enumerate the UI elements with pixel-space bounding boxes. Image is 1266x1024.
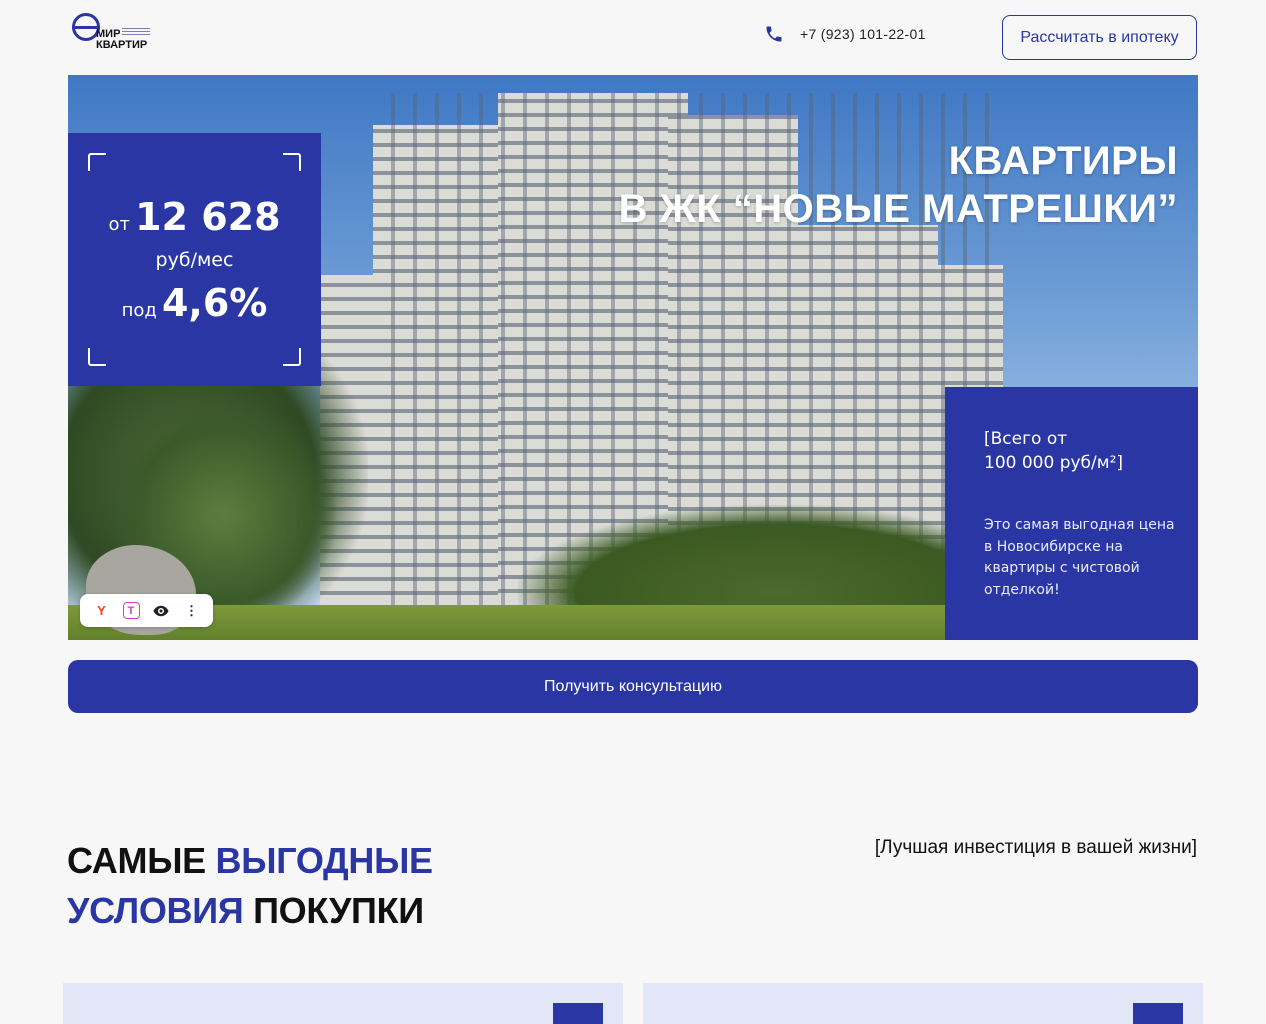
consultation-button[interactable]: Получить консультацию bbox=[68, 660, 1198, 713]
phone-icon bbox=[766, 26, 782, 42]
section-title: САМЫЕ ВЫГОДНЫЕ УСЛОВИЯ ПОКУПКИ bbox=[67, 836, 433, 936]
yandex-toolbar: Y T ⋮ bbox=[80, 594, 213, 627]
offer-card: [Всего от 100 000 руб/м²] Это самая выго… bbox=[945, 387, 1198, 640]
benefit-card bbox=[643, 983, 1203, 1024]
price-from-label: от bbox=[108, 214, 130, 235]
house-icon bbox=[1133, 1003, 1183, 1024]
phone-number[interactable]: +7 (923) 101-22-01 bbox=[800, 26, 926, 42]
hero-title-line2: В ЖК “НОВЫЕ МАТРЕШКИ” bbox=[618, 187, 1178, 231]
yandex-icon[interactable]: Y bbox=[92, 601, 112, 621]
title-part3: УСЛОВИЯ bbox=[67, 890, 244, 931]
offer-head: [Всего от 100 000 руб/м²] bbox=[984, 427, 1178, 475]
frame-corner bbox=[283, 348, 301, 366]
hand-coin-icon bbox=[553, 1003, 603, 1024]
rate-label: под bbox=[121, 300, 157, 321]
price-card: от 12 628 руб/мес под 4,6% bbox=[68, 133, 321, 386]
section-title-line1: САМЫЕ ВЫГОДНЫЕ bbox=[67, 836, 433, 886]
price-unit: руб/мес bbox=[155, 249, 234, 271]
logo-tagline-lines bbox=[122, 28, 150, 38]
title-part1: САМЫЕ bbox=[67, 840, 216, 881]
title-part4: ПОКУПКИ bbox=[243, 890, 424, 931]
mortgage-button[interactable]: Рассчитать в ипотеку bbox=[1002, 15, 1197, 60]
more-icon[interactable]: ⋮ bbox=[182, 601, 202, 621]
price-line: от 12 628 bbox=[68, 195, 321, 239]
offer-description: Это самая выгодная цена в Новосибирске н… bbox=[984, 517, 1175, 598]
translate-icon[interactable]: T bbox=[122, 602, 140, 619]
frame-corner bbox=[88, 153, 106, 171]
title-part2: ВЫГОДНЫЕ bbox=[215, 840, 434, 881]
section-title-line2: УСЛОВИЯ ПОКУПКИ bbox=[67, 886, 433, 936]
frame-corner bbox=[88, 348, 106, 366]
benefit-card bbox=[63, 983, 623, 1024]
eye-icon[interactable] bbox=[151, 601, 171, 621]
price-amount: 12 628 bbox=[135, 195, 281, 239]
rate-value: 4,6% bbox=[161, 281, 268, 325]
offer-head-line2: 100 000 руб/м²] bbox=[984, 453, 1124, 473]
offer-head-line1: [Всего от bbox=[984, 429, 1068, 449]
phone-contact[interactable]: +7 (923) 101-22-01 bbox=[764, 24, 926, 44]
hero-title: КВАРТИРЫ В ЖК “НОВЫЕ МАТРЕШКИ” bbox=[619, 137, 1178, 233]
logo[interactable]: МИР КВАРТИР bbox=[72, 13, 152, 53]
hero-title-line1: КВАРТИРЫ bbox=[948, 139, 1178, 183]
section-tagline: [Лучшая инвестиция в вашей жизни] bbox=[874, 837, 1197, 858]
logo-line2: КВАРТИР bbox=[96, 39, 148, 51]
frame-corner bbox=[283, 153, 301, 171]
rate-line: под 4,6% bbox=[68, 281, 321, 325]
